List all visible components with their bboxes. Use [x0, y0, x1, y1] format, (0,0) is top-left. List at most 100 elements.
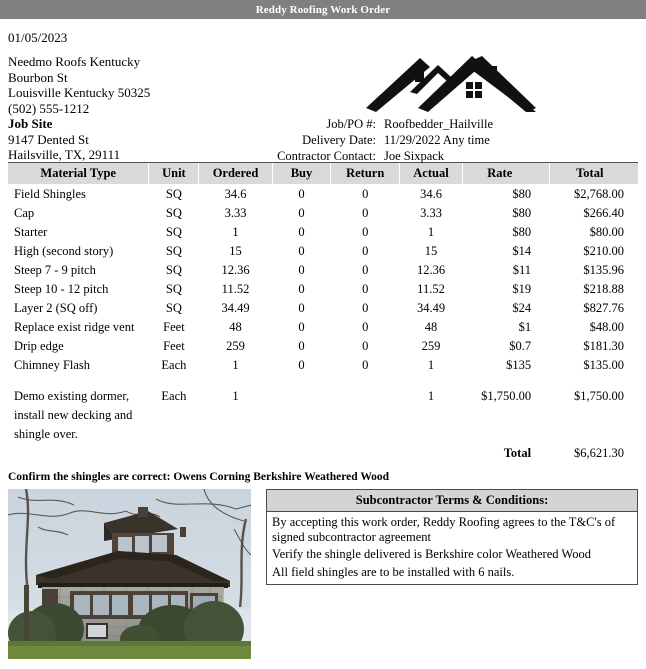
cell-total: $181.30: [583, 338, 624, 353]
document-date: 01/05/2023: [8, 30, 68, 45]
cell-ordered: 1: [232, 224, 239, 239]
cell-material-type: Replace exist ridge vent: [14, 319, 135, 334]
company-city-state-zip: Louisville Kentucky 50325: [8, 85, 151, 100]
company-phone: (502) 555-1212: [8, 100, 90, 116]
cell-rate: $0.7: [509, 338, 532, 353]
column-header-unit: Unit: [148, 162, 199, 184]
cell-unit: SQ: [165, 205, 182, 220]
column-header-total: Total: [548, 162, 638, 184]
cell-unit: SQ: [165, 243, 182, 258]
cell-unit: Each: [161, 388, 187, 403]
contractor-contact-row: Contractor Contact: Joe Sixpack: [277, 148, 552, 164]
cell-ordered: 34.49: [221, 300, 250, 315]
cell-actual: 259: [421, 338, 441, 353]
cell-return: 0: [362, 205, 369, 220]
job-site-street: 9147 Dented St: [8, 131, 89, 147]
terms-title: Subcontractor Terms & Conditions:: [267, 490, 637, 512]
job-po-row: Job/PO #: Roofbedder_Hailville: [277, 116, 552, 132]
cell-unit: Feet: [163, 338, 185, 353]
cell-material-type: Steep 10 - 12 pitch: [14, 281, 109, 296]
cell-buy: [272, 386, 331, 405]
cell-ordered: 259: [226, 338, 245, 353]
terms-line: By accepting this work order, Reddy Roof…: [272, 515, 616, 544]
job-site-heading: Job Site: [8, 116, 53, 131]
cell-material-type: Starter: [14, 224, 48, 239]
grand-total-value: $6,621.30: [574, 445, 624, 460]
cell-ordered: 11.52: [221, 281, 250, 296]
cell-material-type: Cap: [14, 205, 35, 220]
cell-buy: 0: [298, 300, 305, 315]
cell-total: $80.00: [589, 224, 624, 239]
cell-rate: $14: [512, 243, 532, 258]
cell-rate: $1: [518, 319, 532, 334]
cell-ordered: 48: [229, 319, 242, 334]
delivery-date-value: 11/29/2022 Any time: [384, 133, 490, 147]
table-spacer-row: [8, 374, 638, 386]
cell-rate: $80: [512, 224, 532, 239]
cell-material-type: Chimney Flash: [14, 357, 91, 372]
cell-ordered: 34.6: [224, 186, 247, 201]
cell-unit: Each: [161, 357, 187, 372]
cell-actual: 11.52: [417, 281, 445, 296]
cell-ordered: 1: [232, 357, 239, 372]
table-row-note-continuation: install new decking and: [8, 405, 638, 424]
cell-rate: $1,750.00: [481, 388, 532, 403]
cell-actual: 15: [424, 243, 438, 258]
cell-return: 0: [362, 224, 369, 239]
cell-return: 0: [362, 281, 369, 296]
contractor-contact-label: Contractor Contact:: [277, 149, 376, 163]
cell-actual: 3.33: [420, 205, 442, 220]
window-title-bar: Reddy Roofing Work Order: [0, 0, 646, 19]
company-address-block: Needmo Roofs Kentucky Bourbon St Louisvi…: [8, 54, 150, 163]
table-header-row: Material Type Unit Ordered Buy Return Ac…: [8, 162, 638, 184]
cell-actual: 34.6: [420, 186, 442, 201]
bottom-section: Subcontractor Terms & Conditions: By acc…: [8, 489, 638, 659]
contractor-contact-value: Joe Sixpack: [384, 149, 445, 163]
cell-return: 0: [362, 338, 369, 353]
cell-unit: SQ: [165, 262, 182, 277]
line-items-body: Field Shingles SQ 34.6 0 0 34.6 $80 $2,768.00 Ca…: [8, 184, 638, 462]
table-row: Steep 7 - 9 pitch SQ 12.36 0 0 12.36 $11 $135.9…: [8, 260, 638, 279]
cell-empty: [8, 443, 462, 462]
cell-unit: SQ: [165, 281, 182, 296]
cell-buy: 0: [298, 186, 305, 201]
house-photograph: [8, 489, 251, 659]
job-po-value: Roofbedder_Hailville: [384, 117, 493, 131]
cell-total: $48.00: [589, 319, 624, 334]
cell-actual: 48: [424, 319, 438, 334]
cell-total: $827.76: [583, 300, 624, 315]
table-row: Cap SQ 3.33 0 0 3.33 $80 $266.40: [8, 203, 638, 222]
column-header-return: Return: [330, 162, 400, 184]
table-row: Field Shingles SQ 34.6 0 0 34.6 $80 $2,768.00: [8, 184, 638, 203]
cell-ordered: 1: [232, 388, 239, 403]
table-row-note-continuation: shingle over.: [8, 424, 638, 443]
cell-material-type: Demo existing dormer,: [14, 388, 130, 403]
cell-return: 0: [362, 262, 369, 277]
roof-logo: [360, 46, 540, 112]
cell-rate: $80: [512, 186, 532, 201]
cell-buy: 0: [298, 224, 305, 239]
cell-material-type: Field Shingles: [14, 186, 86, 201]
cell-total: $135.00: [583, 357, 624, 372]
cell-ordered: 12.36: [221, 262, 250, 277]
cell-unit: SQ: [165, 300, 182, 315]
table-row: Steep 10 - 12 pitch SQ 11.52 0 0 11.52 $19 $218…: [8, 279, 638, 298]
cell-total: $218.88: [583, 281, 624, 296]
table-row-note: Demo existing dormer, Each 1 1 $1,750.00 $1,7…: [8, 386, 638, 405]
job-po-label: Job/PO #:: [326, 117, 376, 131]
grand-total-row: Total $6,621.30: [8, 443, 638, 462]
cell-rate: $19: [512, 281, 532, 296]
cell-actual: 1: [427, 388, 435, 403]
cell-ordered: 3.33: [224, 205, 247, 220]
house-roof-icon: [366, 56, 536, 112]
cell-buy: 0: [298, 338, 305, 353]
column-header-rate: Rate: [461, 162, 550, 184]
subcontractor-terms-box: Subcontractor Terms & Conditions: By acc…: [266, 489, 638, 585]
window-title: Reddy Roofing Work Order: [255, 3, 391, 16]
table-row: Drip edge Feet 259 0 0 259 $0.7 $181.30: [8, 336, 638, 355]
cell-rate: $135: [506, 357, 532, 372]
cell-return: 0: [362, 319, 369, 334]
cell-unit: SQ: [165, 186, 182, 201]
cell-actual: 1: [427, 224, 435, 239]
table-row: Starter SQ 1 0 0 1 $80 $80.00: [8, 222, 638, 241]
